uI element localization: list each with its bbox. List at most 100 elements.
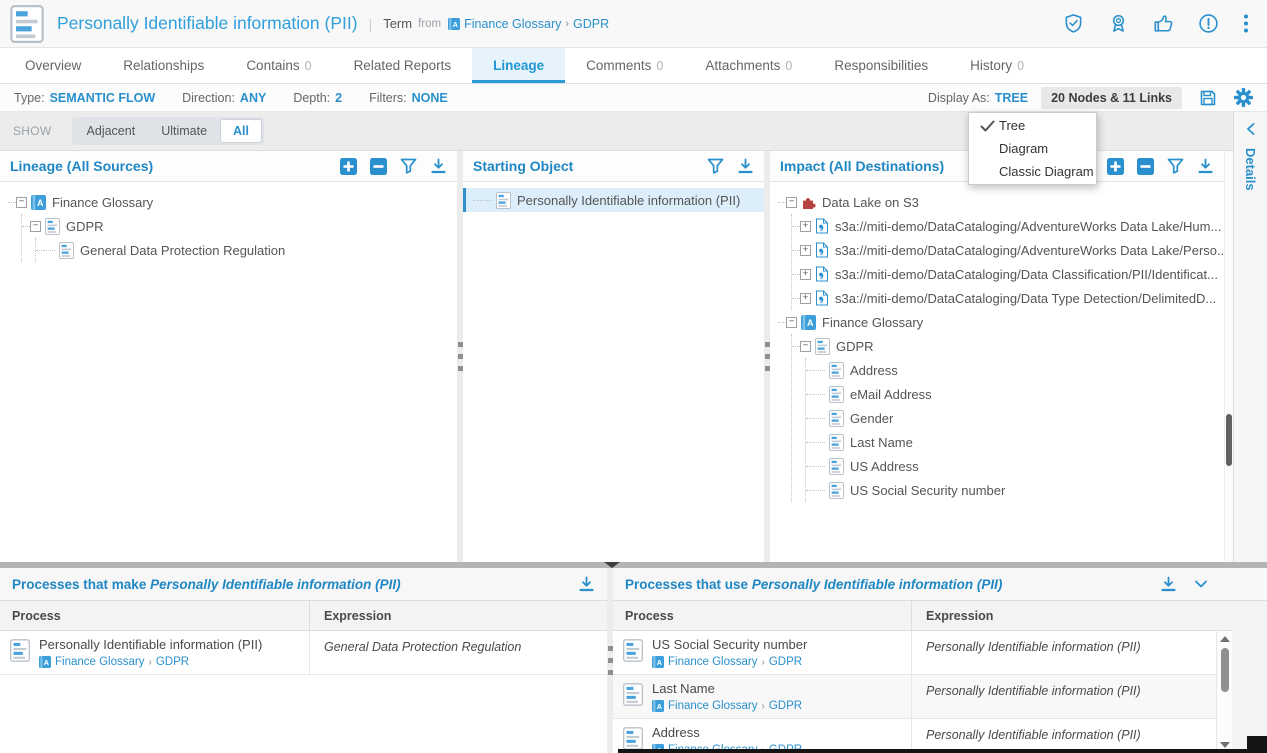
collapse-toggle[interactable]: −	[30, 221, 41, 232]
path-link-finance-glossary[interactable]: Finance Glossary	[668, 656, 757, 668]
download-button[interactable]	[578, 576, 595, 592]
collapse-toggle[interactable]: −	[786, 317, 797, 328]
download-button[interactable]	[737, 158, 754, 174]
tree-node-label[interactable]: US Social Security number	[850, 483, 1005, 498]
tab-overview[interactable]: Overview	[4, 48, 102, 83]
menu-item-tree[interactable]: Tree	[969, 114, 1096, 137]
splitter-handle[interactable]	[457, 150, 463, 562]
tree-row: + s3a://miti-demo/DataCataloging/Adventur…	[792, 238, 1222, 262]
term-icon	[10, 637, 30, 668]
scroll-up-arrow[interactable]	[1220, 636, 1230, 642]
process-name[interactable]: US Social Security number	[652, 637, 807, 652]
menu-item-classic-diagram[interactable]: Classic Diagram	[969, 160, 1096, 183]
path-link-finance-glossary[interactable]: Finance Glossary	[668, 700, 757, 712]
display-as-value[interactable]: TREE	[995, 91, 1028, 105]
lineage-settings: Type:SEMANTIC FLOWDirection:ANYDepth:2Fi…	[14, 91, 475, 105]
warning-circle-icon[interactable]	[1198, 13, 1219, 34]
tree-node-label[interactable]: Data Lake on S3	[822, 195, 919, 210]
tab-contains[interactable]: Contains0	[225, 48, 332, 83]
vertical-scrollbar[interactable]	[1224, 150, 1233, 562]
lineage-tree: −AFinance Glossary−GDPRGeneral Data Prot…	[0, 182, 457, 270]
certified-shield-icon[interactable]	[1063, 13, 1084, 34]
expand-all-button[interactable]	[1107, 158, 1124, 175]
tree-node-label[interactable]: s3a://miti-demo/DataCataloging/Data Clas…	[835, 267, 1218, 282]
show-option-all[interactable]: All	[220, 119, 262, 143]
collapse-all-button[interactable]	[370, 158, 387, 175]
path-link-gdpr[interactable]: GDPR	[156, 656, 189, 668]
scrollbar-thumb[interactable]	[1226, 414, 1232, 466]
expand-toggle[interactable]: +	[800, 221, 811, 232]
filter-button[interactable]	[1167, 158, 1184, 174]
path-link-gdpr[interactable]: GDPR	[769, 700, 802, 712]
tab-lineage[interactable]: Lineage	[472, 48, 565, 83]
show-option-ultimate[interactable]: Ultimate	[148, 119, 220, 143]
display-as-label: Display As:	[928, 91, 990, 105]
tree-node-label[interactable]: Personally Identifiable information (PII…	[517, 193, 740, 208]
download-button[interactable]	[1197, 158, 1214, 174]
expand-toggle[interactable]: +	[800, 293, 811, 304]
horizontal-splitter[interactable]	[0, 562, 1267, 568]
menu-item-diagram[interactable]: Diagram	[969, 137, 1096, 160]
tab-responsibilities[interactable]: Responsibilities	[813, 48, 949, 83]
tree-node-label[interactable]: GDPR	[66, 219, 104, 234]
tree-node-label[interactable]: GDPR	[836, 339, 874, 354]
table-row[interactable]: US Social Security number AFinance Gloss…	[613, 631, 1232, 675]
scroll-down-arrow[interactable]	[1220, 742, 1230, 748]
scrollbar-thumb[interactable]	[1221, 648, 1229, 692]
tab-attachments[interactable]: Attachments0	[684, 48, 813, 83]
settings-button[interactable]	[1234, 88, 1253, 107]
tab-comments[interactable]: Comments0	[565, 48, 684, 83]
breadcrumb-link-finance-glossary[interactable]: Finance Glossary	[464, 17, 561, 31]
setting-value[interactable]: SEMANTIC FLOW	[50, 91, 156, 105]
tree-node-label[interactable]: s3a://miti-demo/DataCataloging/Adventure…	[835, 243, 1224, 258]
table-row[interactable]: Last Name AFinance Glossary›GDPR Persona…	[613, 675, 1232, 719]
splitter-handle[interactable]	[764, 150, 770, 562]
setting-value[interactable]: NONE	[412, 91, 448, 105]
tree-node-label[interactable]: General Data Protection Regulation	[80, 243, 285, 258]
tree-node-label[interactable]: US Address	[850, 459, 919, 474]
download-button[interactable]	[430, 158, 447, 174]
tab-related-reports[interactable]: Related Reports	[333, 48, 473, 83]
more-menu-icon[interactable]	[1243, 13, 1249, 34]
expand-toggle[interactable]: +	[800, 245, 811, 256]
collapse-toggle[interactable]: −	[16, 197, 27, 208]
expand-toggle[interactable]: +	[800, 269, 811, 280]
table-row[interactable]: Personally Identifiable information (PII…	[0, 631, 607, 675]
tree-node-label[interactable]: s3a://miti-demo/DataCataloging/Adventure…	[835, 219, 1221, 234]
download-button[interactable]	[1160, 576, 1177, 592]
tree-node-label[interactable]: s3a://miti-demo/DataCataloging/Data Type…	[835, 291, 1216, 306]
tree-node-label[interactable]: Finance Glossary	[822, 315, 923, 330]
tree-node-label[interactable]: Address	[850, 363, 898, 378]
splitter-handle[interactable]	[607, 568, 613, 753]
tree-node-label[interactable]: Gender	[850, 411, 893, 426]
table-scrollbar[interactable]	[1216, 631, 1232, 753]
save-button[interactable]	[1199, 89, 1217, 107]
filter-button[interactable]	[707, 158, 724, 174]
collapse-toggle[interactable]: −	[786, 197, 797, 208]
tab-history[interactable]: History0	[949, 48, 1045, 83]
table-row[interactable]: Address AFinance Glossary›GDPR Personall…	[613, 719, 1232, 753]
tree-children: + s3a://miti-demo/DataCataloging/Adventur…	[791, 214, 1222, 310]
collapse-all-button[interactable]	[1137, 158, 1154, 175]
tree-node-label[interactable]: Finance Glossary	[52, 195, 153, 210]
show-option-adjacent[interactable]: Adjacent	[74, 119, 149, 143]
endorsement-award-icon[interactable]	[1108, 13, 1129, 34]
process-name[interactable]: Personally Identifiable information (PII…	[39, 637, 262, 652]
path-link-gdpr[interactable]: GDPR	[769, 656, 802, 668]
process-name[interactable]: Last Name	[652, 681, 802, 696]
tree-node-label[interactable]: Last Name	[850, 435, 913, 450]
details-panel-toggle[interactable]: Details	[1233, 112, 1267, 562]
filter-button[interactable]	[400, 158, 417, 174]
breadcrumb-link-gdpr[interactable]: GDPR	[573, 17, 609, 31]
like-thumb-icon[interactable]	[1153, 13, 1174, 34]
tab-relationships[interactable]: Relationships	[102, 48, 225, 83]
tree-node-label[interactable]: eMail Address	[850, 387, 932, 402]
setting-value[interactable]: ANY	[240, 91, 266, 105]
path-link-finance-glossary[interactable]: Finance Glossary	[55, 656, 144, 668]
process-name[interactable]: Address	[652, 725, 802, 740]
expand-all-button[interactable]	[340, 158, 357, 175]
collapse-chevron-button[interactable]	[1193, 576, 1209, 592]
collapse-toggle[interactable]: −	[800, 341, 811, 352]
process-cell: Personally Identifiable information (PII…	[0, 631, 310, 674]
setting-value[interactable]: 2	[335, 91, 342, 105]
